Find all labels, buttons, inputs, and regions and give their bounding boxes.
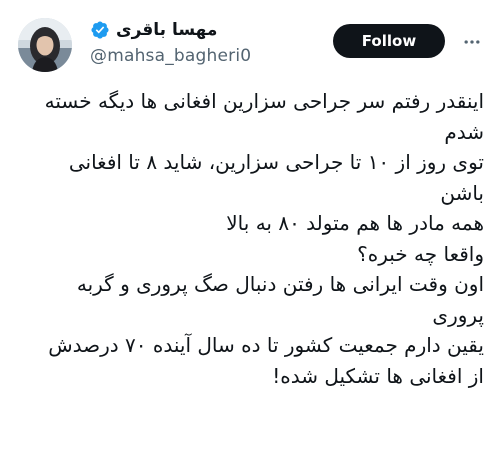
tweet-text: اینقدر رفتم سر جراحی سزارین افغانی ها دی…: [14, 86, 484, 391]
verified-badge-icon: [91, 21, 109, 39]
more-horizontal-icon: [464, 40, 480, 44]
tweet-line: باشن: [440, 180, 484, 205]
author-name-row: مهسا باقری: [90, 16, 320, 44]
tweet-line: اینقدر رفتم سر جراحی سزارین افغانی ها دی…: [44, 89, 484, 113]
tweet-line: اون وقت ایرانی ها رفتن دنبال صگ پروری و …: [76, 272, 484, 296]
tweet-line: واقعا چه خبره؟: [357, 241, 484, 266]
follow-button[interactable]: Follow: [333, 24, 445, 58]
tweet-line: شدم: [444, 119, 484, 144]
author-display-name[interactable]: مهسا باقری: [116, 20, 217, 40]
avatar-image: [18, 18, 72, 72]
tweet-line: توی روز از ۱۰ تا جراحی سزارین، شاید ۸ تا…: [68, 150, 484, 174]
avatar[interactable]: [18, 18, 72, 72]
tweet-line: پروری: [432, 302, 484, 327]
tweet-line: از افغانی ها تشکیل شده!: [272, 363, 484, 388]
author-info: مهسا باقری @mahsa_bagheri0: [90, 16, 320, 66]
more-options-button[interactable]: [460, 30, 484, 54]
tweet-line: یقین دارم جمعیت کشور تا ده سال آینده ۷۰ …: [48, 333, 484, 357]
tweet-header: مهسا باقری @mahsa_bagheri0 Follow: [0, 0, 500, 90]
tweet-line: همه مادر ها هم متولد ۸۰ به بالا: [226, 211, 484, 235]
author-handle[interactable]: @mahsa_bagheri0: [90, 46, 320, 66]
